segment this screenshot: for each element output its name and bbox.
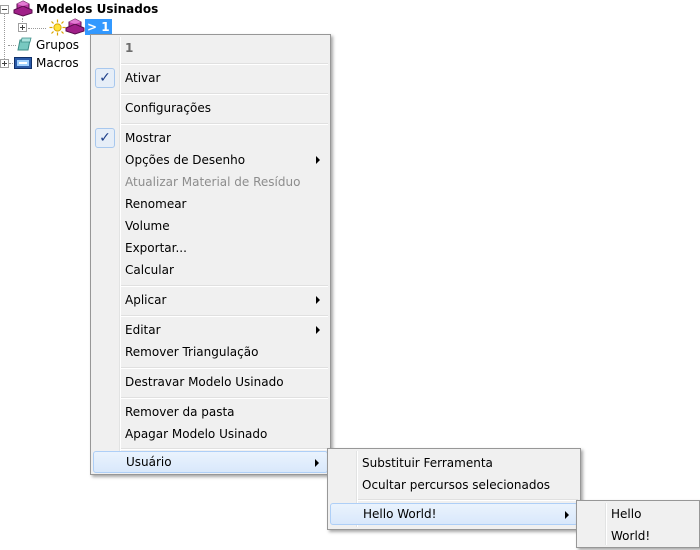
menu-item-destravar[interactable]: Destravar Modelo Usinado <box>93 371 328 393</box>
menu-separator <box>121 285 328 287</box>
menu-item-calcular[interactable]: Calcular <box>93 259 328 281</box>
menu-separator <box>358 499 578 501</box>
menu-item-editar[interactable]: Editar <box>93 319 328 341</box>
menu-item-label: Ativar <box>125 71 161 85</box>
menu-item-atualizar-material: Atualizar Material de Resíduo <box>93 171 328 193</box>
menu-item-opcoes-desenho[interactable]: Opções de Desenho <box>93 149 328 171</box>
menu-item-label: Mostrar <box>125 131 171 145</box>
menu-separator <box>121 448 328 450</box>
menu-item-renomear[interactable]: Renomear <box>93 193 328 215</box>
menu-item-aplicar[interactable]: Aplicar <box>93 289 328 311</box>
submenu-hello-world: Hello World! <box>576 500 700 548</box>
context-menu: 1 ✓ Ativar Configurações ✓ Mostrar Opçõe… <box>90 34 331 475</box>
menu-item-remover-pasta[interactable]: Remover da pasta <box>93 401 328 423</box>
menu-item-label: Apagar Modelo Usinado <box>125 427 268 441</box>
menu-item-mostrar[interactable]: ✓ Mostrar <box>93 127 328 149</box>
submenu-arrow-icon <box>316 156 320 164</box>
menu-item-ativar[interactable]: ✓ Ativar <box>93 67 328 89</box>
menu-item-label: Volume <box>125 219 170 233</box>
menu-item-label: Editar <box>125 323 161 337</box>
tree-connector <box>8 45 16 46</box>
sun-icon <box>49 19 66 36</box>
menu-item-label: Remover Triangulação <box>125 345 259 359</box>
menu-item-label: Remover da pasta <box>125 405 235 419</box>
menu-item-label: Aplicar <box>125 293 167 307</box>
menu-separator <box>121 123 328 125</box>
tree-root-label[interactable]: Modelos Usinados <box>36 1 158 17</box>
menu-item-apagar[interactable]: Apagar Modelo Usinado <box>93 423 328 445</box>
macro-icon <box>14 57 32 69</box>
machined-model-icon <box>65 18 85 35</box>
menu-item-remover-triangulacao[interactable]: Remover Triangulação <box>93 341 328 363</box>
menu-item-substituir-ferramenta[interactable]: Substituir Ferramenta <box>330 452 578 474</box>
expand-toggle[interactable] <box>18 23 27 32</box>
tree-item-macros[interactable]: Macros <box>36 55 79 71</box>
menu-separator <box>121 367 328 369</box>
submenu-arrow-icon <box>315 459 319 467</box>
menu-item-label: Usuário <box>126 455 172 469</box>
menu-item-hello-world[interactable]: Hello World! <box>330 503 578 525</box>
tree-connector <box>4 13 5 65</box>
menu-item-configuracoes[interactable]: Configurações <box>93 97 328 119</box>
menu-separator <box>121 63 328 65</box>
submenu-arrow-icon <box>316 326 320 334</box>
menu-separator <box>121 397 328 399</box>
machined-model-icon <box>13 0 33 17</box>
tree-item-groups[interactable]: Grupos <box>36 37 79 53</box>
submenu-arrow-icon <box>565 511 569 519</box>
collapse-toggle[interactable] <box>0 5 9 14</box>
menu-item-volume[interactable]: Volume <box>93 215 328 237</box>
menu-item-label: World! <box>611 529 651 543</box>
menu-item-label: Exportar... <box>125 241 187 255</box>
menu-item-label: Opções de Desenho <box>125 153 246 167</box>
menu-item-label: Configurações <box>125 101 211 115</box>
menu-item-ocultar-percursos[interactable]: Ocultar percursos selecionados <box>330 474 578 496</box>
submenu-arrow-icon <box>316 296 320 304</box>
menu-item-label: Renomear <box>125 197 187 211</box>
checkmark-icon: ✓ <box>95 128 115 148</box>
tree-item-selected[interactable]: > 1 <box>85 19 112 35</box>
expand-toggle[interactable] <box>0 59 9 68</box>
menu-header: 1 <box>93 37 328 59</box>
menu-item-exportar[interactable]: Exportar... <box>93 237 328 259</box>
submenu-usuario: Substituir Ferramenta Ocultar percursos … <box>327 448 581 530</box>
checkmark-icon: ✓ <box>95 68 115 88</box>
menu-item-usuario[interactable]: Usuário <box>93 451 328 473</box>
menu-item-hello[interactable]: Hello <box>579 503 697 525</box>
group-icon <box>17 37 32 51</box>
menu-item-label: Hello World! <box>363 507 437 521</box>
menu-item-label: Calcular <box>125 263 174 277</box>
menu-item-label: Atualizar Material de Resíduo <box>125 175 301 189</box>
menu-separator <box>121 93 328 95</box>
menu-item-label: Substituir Ferramenta <box>362 456 493 470</box>
menu-item-world[interactable]: World! <box>579 525 697 547</box>
menu-item-label: Destravar Modelo Usinado <box>125 375 284 389</box>
menu-item-label: Hello <box>611 507 642 521</box>
menu-header-label: 1 <box>125 41 134 55</box>
menu-separator <box>121 315 328 317</box>
tree-connector <box>28 28 46 29</box>
menu-item-label: Ocultar percursos selecionados <box>362 478 551 492</box>
